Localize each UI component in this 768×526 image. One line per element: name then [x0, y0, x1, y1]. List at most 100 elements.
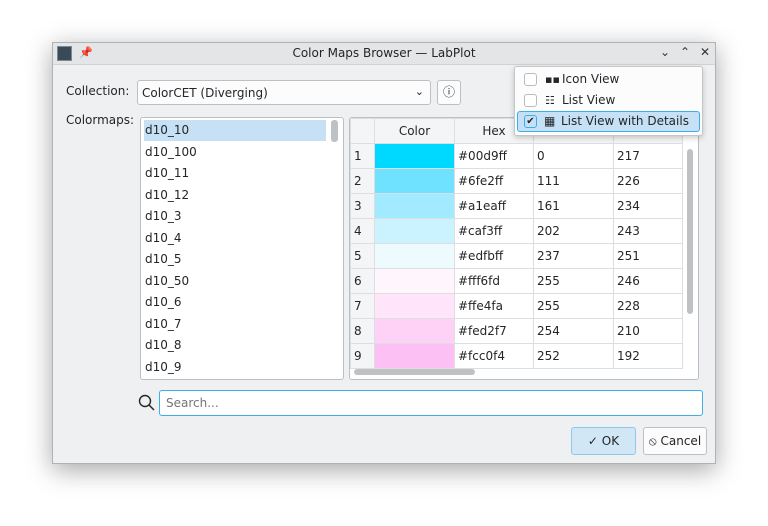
- value-cell: 237: [533, 243, 614, 269]
- collection-label: Collection:: [66, 84, 130, 98]
- table-row[interactable]: 2 #6fe2ff 111 226: [350, 168, 683, 194]
- table-row[interactable]: 1 #00d9ff 0 217: [350, 143, 683, 169]
- checkbox[interactable]: [524, 94, 537, 107]
- value-cell: 246: [613, 268, 683, 294]
- colormap-list-item[interactable]: d10_7: [144, 314, 326, 335]
- hex-cell: #6fe2ff: [454, 168, 534, 194]
- search-icon: [138, 394, 155, 411]
- color-swatch: [374, 268, 455, 294]
- value-cell: 255: [533, 293, 614, 319]
- checkbox[interactable]: [524, 73, 537, 86]
- row-index: 7: [350, 293, 375, 319]
- menu-item-list-view[interactable]: ☷ List View: [518, 90, 701, 111]
- colormap-list-item[interactable]: d10_4: [144, 228, 326, 249]
- ok-button[interactable]: ✓ OK: [571, 427, 636, 455]
- colormap-list-item[interactable]: d10_5: [144, 249, 326, 270]
- ok-label: OK: [601, 434, 620, 448]
- table-vertical-scrollbar[interactable]: [687, 149, 693, 314]
- hex-cell: #edfbff: [454, 243, 534, 269]
- menu-item-label: List View: [562, 93, 616, 107]
- color-swatch: [374, 318, 455, 344]
- chevron-down-icon: ⌄: [414, 85, 424, 98]
- collection-combobox[interactable]: ColorCET (Diverging) ⌄: [137, 80, 431, 105]
- hex-cell: #caf3ff: [454, 218, 534, 244]
- color-swatch: [374, 293, 455, 319]
- value-cell: 210: [613, 318, 683, 344]
- value-cell: 234: [613, 193, 683, 219]
- value-cell: 192: [613, 343, 683, 369]
- maximize-icon[interactable]: ⌃: [677, 45, 693, 61]
- row-index: 3: [350, 193, 375, 219]
- colormap-list-item[interactable]: d10_50: [144, 271, 326, 292]
- hex-cell: #a1eaff: [454, 193, 534, 219]
- colormap-list-item[interactable]: d10_6: [144, 292, 326, 313]
- search-input[interactable]: [159, 390, 703, 416]
- icon-view-icon: ▪▪: [545, 73, 560, 86]
- hex-cell: #fed2f7: [454, 318, 534, 344]
- menu-item-list-view-with-details[interactable]: ✔ ▦ List View with Details: [517, 111, 700, 132]
- value-cell: 111: [533, 168, 614, 194]
- table-row[interactable]: 8 #fed2f7 254 210: [350, 318, 683, 344]
- value-cell: 251: [613, 243, 683, 269]
- color-swatch: [374, 193, 455, 219]
- value-cell: 228: [613, 293, 683, 319]
- colormaps-list[interactable]: d10_10 d10_100 d10_11 d10_12 d10_3 d10_4 d10_5…: [140, 117, 344, 380]
- value-cell: 226: [613, 168, 683, 194]
- column-header-color[interactable]: Color: [374, 118, 455, 144]
- list-view-icon: ☷: [545, 94, 555, 107]
- collection-value: ColorCET (Diverging): [142, 86, 268, 100]
- table-row[interactable]: 9 #fcc0f4 252 192: [350, 343, 683, 369]
- value-cell: 243: [613, 218, 683, 244]
- colormap-details-table[interactable]: Color Hex 1 #00d9ff 0 217 2 #6fe2ff 111 226 3 #a1…: [349, 117, 699, 380]
- hex-cell: #fff6fd: [454, 268, 534, 294]
- row-index: 6: [350, 268, 375, 294]
- window-title: Color Maps Browser — LabPlot: [292, 46, 476, 60]
- colormap-list-item[interactable]: d10_9: [144, 357, 326, 378]
- colormap-list-item[interactable]: d10_11: [144, 163, 326, 184]
- value-cell: 252: [533, 343, 614, 369]
- colormap-list-item[interactable]: d10_100: [144, 142, 326, 163]
- table-row[interactable]: 6 #fff6fd 255 246: [350, 268, 683, 294]
- hex-cell: #00d9ff: [454, 143, 534, 169]
- menu-item-icon-view[interactable]: ▪▪ Icon View: [518, 69, 701, 90]
- row-index: 8: [350, 318, 375, 344]
- value-cell: 202: [533, 218, 614, 244]
- title-bar[interactable]: 📌 Color Maps Browser — LabPlot ⌄ ⌃ ✕: [53, 43, 715, 65]
- checkbox-checked[interactable]: ✔: [524, 115, 537, 128]
- menu-item-label: List View with Details: [561, 114, 689, 128]
- colormap-list-item[interactable]: d10_3: [144, 206, 326, 227]
- cancel-label: Cancel: [660, 434, 702, 448]
- details-view-icon: ▦: [544, 114, 556, 128]
- value-cell: 161: [533, 193, 614, 219]
- view-mode-menu: ▪▪ Icon View ☷ List View ✔ ▦ List View w…: [514, 66, 703, 136]
- row-index: 5: [350, 243, 375, 269]
- table-horizontal-scrollbar[interactable]: [354, 369, 475, 375]
- table-row[interactable]: 5 #edfbff 237 251: [350, 243, 683, 269]
- row-header-corner: [350, 118, 375, 144]
- row-index: 9: [350, 343, 375, 369]
- cancel-button[interactable]: ⦸ Cancel: [643, 427, 707, 455]
- collection-info-button[interactable]: ⓘ: [437, 80, 461, 105]
- hex-cell: #ffe4fa: [454, 293, 534, 319]
- menu-item-label: Icon View: [562, 72, 620, 86]
- table-row[interactable]: 7 #ffe4fa 255 228: [350, 293, 683, 319]
- minimize-icon[interactable]: ⌄: [657, 45, 673, 61]
- colormap-list-item[interactable]: d10_8: [144, 335, 326, 356]
- color-swatch: [374, 218, 455, 244]
- list-scrollbar[interactable]: [331, 120, 338, 142]
- cancel-icon: ⦸: [648, 434, 657, 448]
- color-swatch: [374, 143, 455, 169]
- color-swatch: [374, 168, 455, 194]
- table-row[interactable]: 3 #a1eaff 161 234: [350, 193, 683, 219]
- row-index: 4: [350, 218, 375, 244]
- colormap-list-item[interactable]: d10_12: [144, 185, 326, 206]
- value-cell: 254: [533, 318, 614, 344]
- close-icon[interactable]: ✕: [697, 45, 713, 61]
- value-cell: 217: [613, 143, 683, 169]
- value-cell: 255: [533, 268, 614, 294]
- colormap-list-item[interactable]: d10_10: [144, 120, 326, 141]
- table-row[interactable]: 4 #caf3ff 202 243: [350, 218, 683, 244]
- row-index: 1: [350, 143, 375, 169]
- row-index: 2: [350, 168, 375, 194]
- hex-cell: #fcc0f4: [454, 343, 534, 369]
